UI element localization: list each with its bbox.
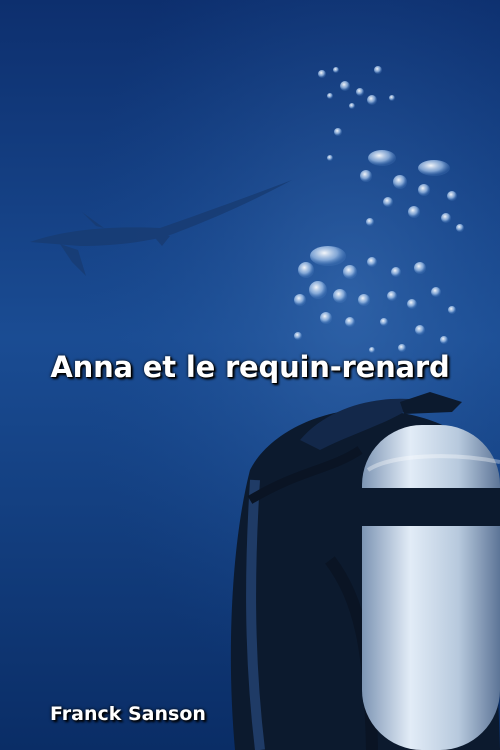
tank-strap — [362, 488, 500, 526]
air-tank — [362, 425, 500, 750]
scuba-diver — [230, 392, 500, 750]
author-name: Franck Sanson — [50, 703, 206, 725]
book-title: Anna et le requin-renard — [50, 350, 450, 384]
book-cover: Anna et le requin-renard Franck Sanson — [0, 0, 500, 750]
